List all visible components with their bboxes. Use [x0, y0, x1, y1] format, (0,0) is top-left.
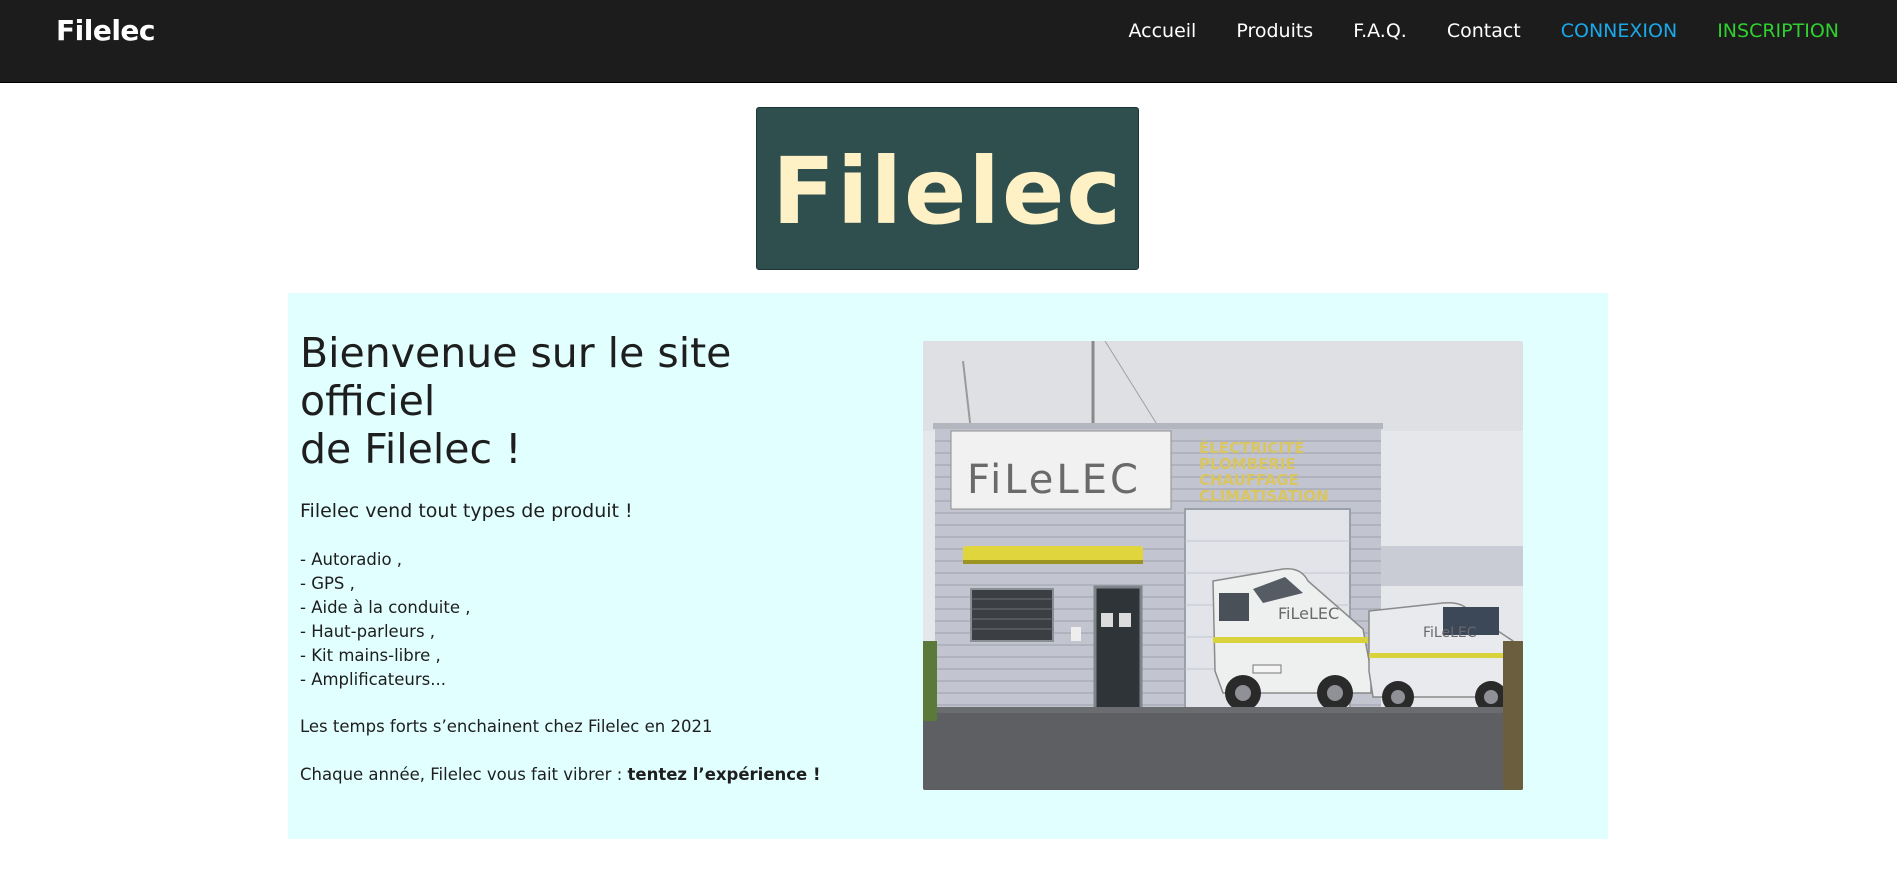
van-label-text: FiLeLEC	[1278, 604, 1339, 623]
list-item: - Amplificateurs...	[300, 670, 446, 689]
experience-text-prefix: Chaque année, Filelec vous fait vibrer :	[300, 765, 628, 784]
nav-link-connexion[interactable]: CONNEXION	[1561, 20, 1677, 42]
nav-link-inscription[interactable]: INSCRIPTION	[1717, 20, 1839, 42]
page-title-line1: Bienvenue sur le site officiel	[300, 329, 732, 425]
site-logo: Filelec	[756, 107, 1139, 270]
list-item: - Kit mains-libre ,	[300, 646, 441, 665]
welcome-panel: Bienvenue sur le site officiel de Filele…	[288, 293, 1608, 839]
nav-link-accueil[interactable]: Accueil	[1128, 20, 1196, 42]
list-item: - Autoradio ,	[300, 550, 403, 569]
storefront-photo: FiLeLEC ÉLECTRICITÉ PLOMBERIE CHAUFFAGE …	[923, 341, 1523, 790]
experience-text: Chaque année, Filelec vous fait vibrer :…	[300, 765, 821, 784]
sign-service-text: CLIMATISATION	[1199, 487, 1329, 505]
sign-brand-text: FiLeLEC	[967, 457, 1141, 503]
nav-link-produits[interactable]: Produits	[1236, 20, 1313, 42]
top-navbar: Filelec Accueil Produits F.A.Q. Contact …	[0, 0, 1897, 83]
experience-text-bold: tentez l’expérience !	[627, 765, 821, 784]
nav-links: Accueil Produits F.A.Q. Contact CONNEXIO…	[1088, 20, 1839, 42]
list-item: - Aide à la conduite ,	[300, 598, 471, 617]
logo-text: Filelec	[772, 138, 1123, 245]
nav-link-faq[interactable]: F.A.Q.	[1353, 20, 1407, 42]
van-label-text: FiLeLEC	[1423, 625, 1477, 641]
list-item: - Haut-parleurs ,	[300, 622, 436, 641]
highlights-text: Les temps forts s’enchainent chez Filele…	[300, 717, 713, 736]
nav-link-contact[interactable]: Contact	[1447, 20, 1521, 42]
product-list: - Autoradio , - GPS , - Aide à la condui…	[300, 548, 471, 692]
intro-text: Filelec vend tout types de produit !	[300, 500, 633, 522]
list-item: - GPS ,	[300, 574, 355, 593]
page-title-line2: de Filelec !	[300, 425, 522, 473]
brand-link[interactable]: Filelec	[56, 14, 156, 47]
page-title: Bienvenue sur le site officiel de Filele…	[300, 329, 780, 473]
